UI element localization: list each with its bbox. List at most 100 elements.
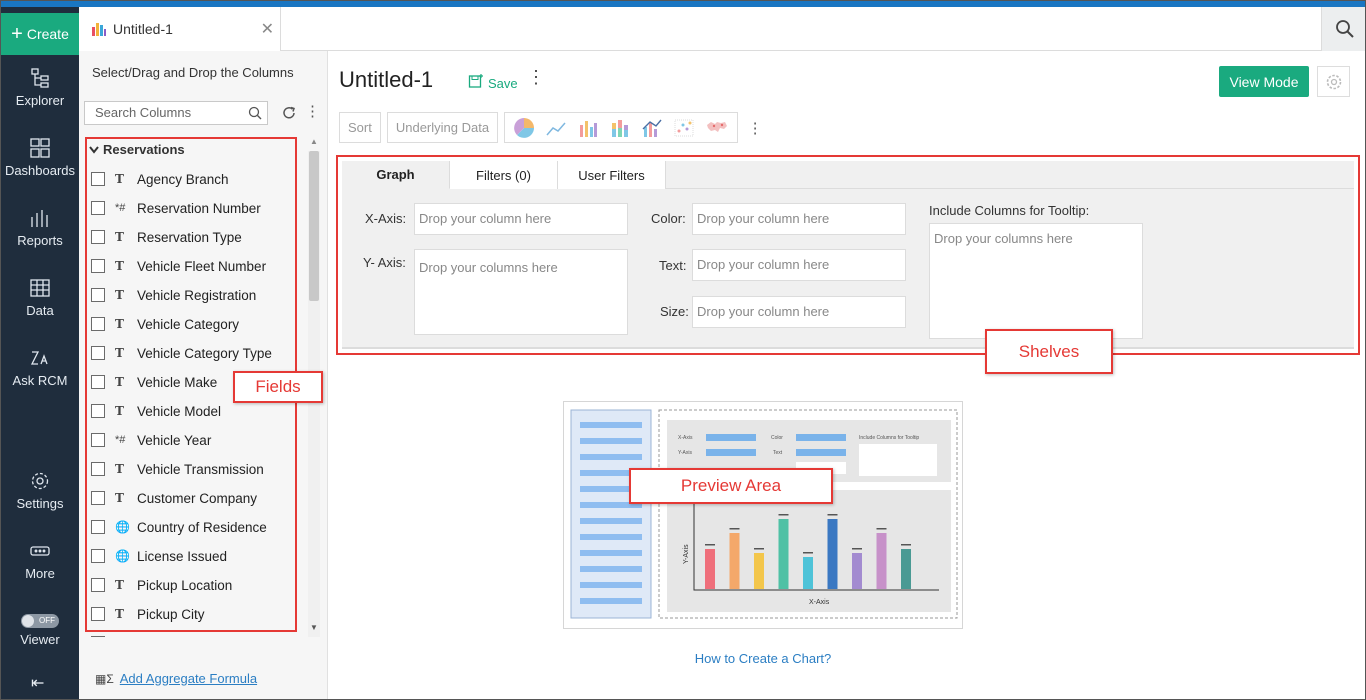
y-axis-drop-zone[interactable]: Drop your columns here — [414, 249, 628, 335]
view-mode-button[interactable]: View Mode — [1219, 66, 1309, 97]
tab-filters[interactable]: Filters (0) — [450, 161, 558, 189]
columns-menu-icon[interactable]: ⋮ — [305, 104, 320, 119]
underlying-data-button[interactable]: Underlying Data — [386, 112, 499, 143]
column-checkbox[interactable] — [91, 259, 105, 273]
toggle-knob — [22, 615, 34, 627]
sort-button[interactable]: Sort — [339, 112, 381, 143]
add-aggregate-formula-link[interactable]: ▦Σ Add Aggregate Formula — [95, 671, 257, 686]
column-item[interactable]: T Vehicle Make — [91, 372, 217, 392]
global-search-button[interactable] — [1321, 7, 1365, 51]
nav-explorer[interactable]: Explorer — [1, 67, 79, 108]
preview-column-line — [580, 534, 642, 540]
nav-reports[interactable]: Reports — [1, 207, 79, 248]
report-menu-icon[interactable]: ⋮ — [527, 67, 545, 88]
size-label: Size: — [660, 304, 689, 319]
column-item[interactable]: T Vehicle Fleet Number — [91, 256, 266, 276]
preview-illustration: X-Axis Y-Axis Color Text Include Columns… — [570, 409, 958, 619]
text-type-icon: T — [115, 462, 124, 476]
column-label: Vehicle Year — [137, 432, 212, 448]
pie-chart-icon[interactable] — [513, 117, 535, 139]
nav-settings[interactable]: Settings — [1, 470, 79, 511]
column-checkbox[interactable] — [91, 346, 105, 360]
collapse-sidebar-icon[interactable]: ⇤ — [31, 673, 44, 693]
tooltip-drop-zone[interactable]: Drop your columns here — [929, 223, 1143, 339]
stacked-bar-icon[interactable] — [609, 117, 631, 139]
text-type-icon: T — [115, 346, 124, 360]
column-checkbox[interactable] — [91, 462, 105, 476]
column-item[interactable]: T Agency Branch — [91, 169, 229, 189]
column-checkbox[interactable] — [91, 288, 105, 302]
viewer-toggle[interactable]: OFF — [21, 614, 59, 628]
text-drop-zone[interactable]: Drop your column here — [692, 249, 906, 281]
nav-more[interactable]: More — [1, 540, 79, 581]
column-checkbox[interactable] — [91, 491, 105, 505]
x-axis-drop-zone[interactable]: Drop your column here — [414, 203, 628, 235]
mini-x-label: X-Axis — [678, 435, 693, 441]
search-icon — [1335, 20, 1354, 38]
column-checkbox[interactable] — [91, 317, 105, 331]
save-button[interactable]: Save — [468, 70, 518, 91]
scrollbar-thumb[interactable] — [309, 151, 319, 301]
column-checkbox[interactable] — [91, 201, 105, 215]
preview-bar-label — [705, 544, 715, 546]
create-label: Create — [26, 26, 69, 42]
nav-dashboards[interactable]: Dashboards — [1, 137, 79, 178]
search-columns-input[interactable]: Search Columns — [84, 101, 268, 125]
report-title[interactable]: Untitled-1 — [339, 67, 433, 93]
how-to-create-chart-link[interactable]: How to Create a Chart? — [328, 651, 1198, 666]
column-checkbox[interactable] — [91, 404, 105, 418]
scroll-down-arrow[interactable]: ▼ — [310, 623, 318, 632]
create-button[interactable]: + Create — [1, 13, 79, 55]
document-tab[interactable]: Untitled-1 ✕ — [79, 7, 281, 51]
column-checkbox[interactable] — [91, 230, 105, 244]
column-item[interactable]: T Customer Company — [91, 488, 257, 508]
column-item[interactable]: T Vehicle Registration — [91, 285, 256, 305]
column-item[interactable]: T Vehicle Category Type — [91, 343, 272, 363]
refresh-icon[interactable] — [281, 105, 297, 121]
scatter-chart-icon[interactable] — [673, 117, 695, 139]
column-checkbox[interactable] — [91, 172, 105, 186]
column-item[interactable]: 🌐 Country of Residence — [91, 517, 267, 537]
column-item[interactable]: *# Vehicle Year — [91, 430, 211, 450]
settings-button[interactable] — [1317, 66, 1350, 97]
column-label: License Issued — [137, 548, 228, 564]
column-checkbox[interactable] — [91, 433, 105, 447]
column-label: Vehicle Category Type — [137, 345, 272, 361]
column-checkbox[interactable] — [91, 549, 105, 563]
preview-bar-label — [876, 528, 887, 530]
nav-ask-rcm[interactable]: Ask RCM — [1, 347, 79, 388]
column-item[interactable]: T Vehicle Category — [91, 314, 239, 334]
column-item[interactable]: T Vehicle Transmission — [91, 459, 264, 479]
save-icon — [468, 73, 483, 88]
group-reservations[interactable]: Reservations — [89, 142, 185, 157]
column-label: Customer Company — [137, 490, 258, 506]
geo-type-icon: 🌐 — [115, 549, 130, 563]
column-item[interactable]: *# Reservation Number — [91, 198, 261, 218]
column-item[interactable]: TPickup State — [91, 633, 213, 637]
toolbar-more-icon[interactable]: ⋮ — [744, 112, 766, 143]
line-chart-icon[interactable] — [545, 117, 567, 139]
combo-chart-icon[interactable] — [641, 117, 663, 139]
column-label: Vehicle Make — [137, 374, 218, 390]
column-checkbox[interactable] — [91, 607, 105, 621]
scroll-up-arrow[interactable]: ▲ — [310, 137, 318, 146]
column-checkbox[interactable] — [91, 520, 105, 534]
nav-data[interactable]: Data — [1, 277, 79, 318]
column-checkbox[interactable] — [91, 375, 105, 389]
bar-chart-icon[interactable] — [577, 117, 599, 139]
color-drop-zone[interactable]: Drop your column here — [692, 203, 906, 235]
column-checkbox[interactable] — [91, 578, 105, 592]
column-item[interactable]: T Pickup Location — [91, 575, 232, 595]
column-item[interactable]: 🌐 License Issued — [91, 546, 227, 566]
column-item[interactable]: T Pickup City — [91, 604, 205, 624]
tab-user-filters[interactable]: User Filters — [558, 161, 666, 189]
column-item[interactable]: T Vehicle Model — [91, 401, 221, 421]
size-drop-zone[interactable]: Drop your column here — [692, 296, 906, 328]
map-chart-icon[interactable] — [705, 117, 729, 139]
close-tab-icon[interactable]: ✕ — [261, 19, 274, 39]
tab-graph[interactable]: Graph — [342, 161, 450, 189]
text-type-icon: T — [115, 259, 124, 273]
column-item[interactable]: T Reservation Type — [91, 227, 242, 247]
column-checkbox[interactable] — [91, 636, 105, 637]
text-label: Text: — [659, 258, 687, 273]
